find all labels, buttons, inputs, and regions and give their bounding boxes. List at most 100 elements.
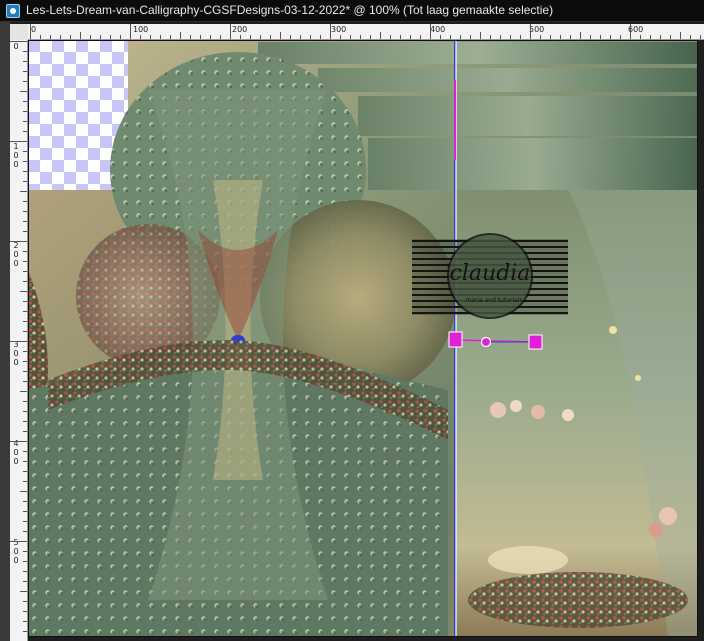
- ruler-tick: [260, 35, 261, 39]
- ruler-tick: [110, 35, 111, 39]
- ruler-tick: [420, 35, 421, 39]
- ruler-tick: [60, 35, 61, 39]
- ruler-tick: [23, 331, 27, 332]
- ruler-tick: [23, 481, 27, 482]
- ruler-tick: [630, 24, 631, 39]
- ruler-tick: [23, 501, 27, 502]
- ruler-tick: [23, 151, 27, 152]
- ruler-tick: [680, 32, 681, 39]
- ruler-tick: [520, 35, 521, 39]
- ruler-tick: [150, 35, 151, 39]
- ruler-tick: [360, 35, 361, 39]
- ruler-tick: [23, 261, 27, 262]
- ruler-tick: [23, 71, 27, 72]
- watermark-name: claudia: [450, 261, 531, 286]
- ruler-tick: [23, 231, 27, 232]
- ruler-tick: [20, 591, 27, 592]
- ruler-tick: [23, 101, 27, 102]
- watermark-logo[interactable]: claudia maria and tutorials: [412, 233, 568, 319]
- ruler-tick: [650, 35, 651, 39]
- ruler-tick: [23, 561, 27, 562]
- ruler-tick: [23, 601, 27, 602]
- ruler-tick: [23, 461, 27, 462]
- ruler-tick: [590, 35, 591, 39]
- ruler-tick: [23, 521, 27, 522]
- ruler-tick: [23, 451, 27, 452]
- ruler-tick: [430, 24, 431, 39]
- ruler-tick: [540, 35, 541, 39]
- ruler-tick: [23, 421, 27, 422]
- selection-handle-left[interactable]: [448, 331, 463, 348]
- ruler-tick: [40, 35, 41, 39]
- ruler-tick: [160, 35, 161, 39]
- ruler-label-v500: 5 0 0: [13, 538, 19, 565]
- ruler-corner: [10, 24, 28, 40]
- image-canvas[interactable]: claudia maria and tutorials: [28, 40, 698, 637]
- ruler-label-v100: 1 0 0: [13, 142, 19, 169]
- ruler-label-v400: 4 0 0: [13, 439, 19, 466]
- ruler-tick: [220, 35, 221, 39]
- ruler-tick: [70, 35, 71, 39]
- ruler-tick: [20, 391, 27, 392]
- ruler-tick: [23, 271, 27, 272]
- ruler-tick: [660, 35, 661, 39]
- ruler-tick: [640, 35, 641, 39]
- ruler-tick: [23, 211, 27, 212]
- ruler-tick: [570, 35, 571, 39]
- ruler-tick: [180, 32, 181, 39]
- ruler-tick: [560, 35, 561, 39]
- ruler-tick: [23, 321, 27, 322]
- ruler-tick: [23, 81, 27, 82]
- ruler-label-v300: 3 0 0: [13, 340, 19, 367]
- ruler-tick: [250, 35, 251, 39]
- rotation-pivot-handle[interactable]: [480, 336, 492, 348]
- ruler-tick: [300, 35, 301, 39]
- ruler-tick: [23, 51, 27, 52]
- ruler-tick: [23, 301, 27, 302]
- ruler-tick: [400, 35, 401, 39]
- ruler-tick: [10, 341, 27, 342]
- ruler-tick: [550, 35, 551, 39]
- selection-handle-right[interactable]: [528, 334, 543, 350]
- vertical-ruler[interactable]: 0 1 0 0 2 0 0 3 0 0 4 0 0 5 0 0: [10, 40, 28, 641]
- ruler-tick: [23, 631, 27, 632]
- ruler-tick: [23, 401, 27, 402]
- ruler-tick: [190, 35, 191, 39]
- ruler-tick: [23, 511, 27, 512]
- ruler-tick: [450, 35, 451, 39]
- ruler-tick: [340, 35, 341, 39]
- ruler-tick: [10, 441, 27, 442]
- ruler-tick: [600, 35, 601, 39]
- ruler-tick: [700, 35, 701, 39]
- ruler-tick: [10, 541, 27, 542]
- ruler-tick: [23, 471, 27, 472]
- title-bar: Les-Lets-Dream-van-Calligraphy-CGSFDesig…: [0, 0, 704, 22]
- ruler-tick: [380, 32, 381, 39]
- ruler-tick: [20, 191, 27, 192]
- ruler-tick: [23, 551, 27, 552]
- ruler-label-200: 200: [232, 25, 248, 34]
- ruler-label-v200: 2 0 0: [13, 241, 19, 268]
- ruler-tick: [530, 24, 531, 39]
- ruler-tick: [290, 35, 291, 39]
- ruler-tick: [23, 251, 27, 252]
- ruler-tick: [620, 35, 621, 39]
- ruler-tick: [370, 35, 371, 39]
- horizontal-ruler[interactable]: 0 100 200 300 400 500 600: [28, 24, 704, 40]
- app-icon[interactable]: [6, 4, 20, 18]
- ruler-tick: [460, 35, 461, 39]
- ruler-tick: [23, 311, 27, 312]
- ruler-tick: [130, 24, 131, 39]
- ruler-label-0: 0: [31, 25, 37, 34]
- ruler-label-400: 400: [430, 25, 446, 34]
- ruler-tick: [23, 201, 27, 202]
- ruler-tick: [670, 35, 671, 39]
- ruler-tick: [610, 35, 611, 39]
- ruler-tick: [480, 32, 481, 39]
- window-title: Les-Lets-Dream-van-Calligraphy-CGSFDesig…: [26, 3, 554, 17]
- ruler-tick: [10, 41, 27, 42]
- ruler-tick: [20, 91, 27, 92]
- ruler-tick: [23, 131, 27, 132]
- ruler-tick: [140, 35, 141, 39]
- ruler-tick: [23, 161, 27, 162]
